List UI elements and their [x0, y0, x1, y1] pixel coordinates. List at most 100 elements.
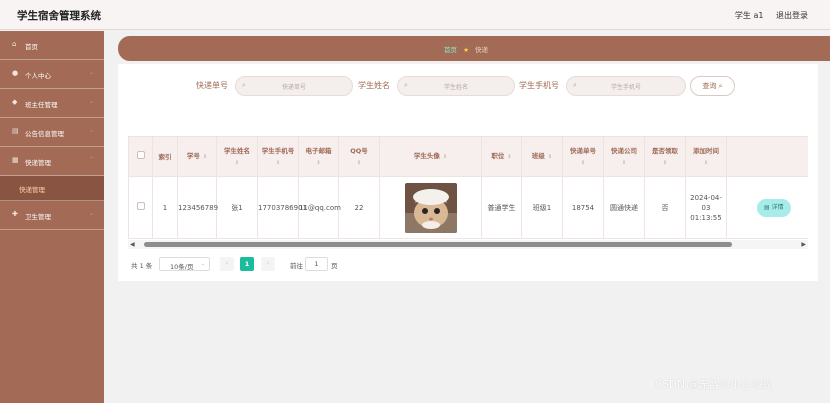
cell-qq: 22: [338, 176, 380, 239]
chevron-down-icon: ⌄: [200, 261, 205, 267]
col-header[interactable]: 电子邮箱 ⇕: [298, 136, 339, 177]
select-all-cell: [128, 136, 153, 177]
scroll-right-icon[interactable]: ▶: [801, 241, 806, 248]
cell-actions: ▤ 详情: [726, 176, 808, 239]
sidebar-item-hygiene[interactable]: ✚ 卫生管理 ⌄: [0, 201, 104, 230]
cell-company: 圆通快递: [603, 176, 645, 239]
breadcrumb-home[interactable]: 首页: [444, 46, 457, 54]
sort-icon[interactable]: ⇕: [258, 158, 298, 168]
query-button[interactable]: 查询 ⌕: [690, 76, 735, 96]
chevron-down-icon: ⌄: [88, 69, 94, 76]
sidebar-subitem-express[interactable]: 快递管理: [0, 176, 104, 201]
search-icon: ⌕: [718, 82, 723, 90]
sort-icon[interactable]: ⇕: [548, 154, 552, 160]
top-header: 学生宿舍管理系统 学生 a1 退出登录: [0, 0, 830, 30]
detail-button-label: 详情: [771, 203, 784, 211]
chevron-down-icon: ⌄: [88, 98, 94, 105]
col-header[interactable]: 学生手机号 ⇕: [257, 136, 299, 177]
sidebar-item-label: 卫生管理: [25, 213, 51, 221]
input-placeholder: 学生姓名: [443, 84, 468, 91]
col-header-label: 快递公司: [611, 146, 637, 155]
query-button-label: 查询: [702, 82, 717, 90]
prev-page-button[interactable]: ‹: [220, 257, 234, 271]
col-header: 索引: [152, 136, 178, 177]
col-header-label: 添加时间: [693, 146, 719, 155]
sidebar-item-express[interactable]: ▦ 快递管理 ⌃: [0, 147, 104, 176]
logout-link[interactable]: 退出登录: [776, 11, 808, 20]
sort-icon[interactable]: ⇕: [563, 158, 603, 168]
table-header-row: 索引 学号 ⇕ 学生姓名 ⇕ 学生手机号 ⇕ 电子邮箱 ⇕ QQ号 ⇕ 学生头像 ⇕ 职位 ⇕…: [128, 136, 808, 177]
col-header[interactable]: 快递单号 ⇕: [562, 136, 604, 177]
shield-icon: ◆: [12, 98, 18, 106]
sort-icon[interactable]: ⇕: [217, 158, 257, 168]
goto-page-input[interactable]: 1: [305, 257, 328, 271]
cell-avatar: [379, 176, 482, 239]
col-header-label: 班级: [531, 152, 545, 160]
sort-icon[interactable]: ⇕: [203, 154, 207, 160]
col-header[interactable]: 添加时间 ⇕: [685, 136, 727, 177]
sort-icon[interactable]: ⇕: [645, 158, 685, 168]
chevron-up-icon: ⌃: [88, 156, 94, 163]
col-header[interactable]: 职位 ⇕: [481, 136, 522, 177]
scroll-left-icon[interactable]: ◀: [130, 241, 135, 248]
col-header[interactable]: 学生头像 ⇕: [379, 136, 482, 177]
document-icon: ▤: [764, 203, 770, 211]
sidebar-subitem-label: 快递管理: [19, 186, 45, 194]
sort-icon[interactable]: ⇕: [686, 158, 726, 168]
col-header[interactable]: 快递公司 ⇕: [603, 136, 645, 177]
sort-icon[interactable]: ⇕: [443, 154, 447, 160]
student-phone-label: 学生手机号: [519, 81, 559, 90]
col-header[interactable]: 班级 ⇕: [521, 136, 563, 177]
sidebar-item-label: 班主任管理: [25, 101, 58, 109]
sort-icon[interactable]: ⇕: [604, 158, 644, 168]
data-table: 索引 学号 ⇕ 学生姓名 ⇕ 学生手机号 ⇕ 电子邮箱 ⇕ QQ号 ⇕ 学生头像 ⇕ 职位 ⇕…: [128, 136, 808, 240]
cell-name: 张1: [216, 176, 258, 239]
col-header-label: 索引: [158, 152, 172, 161]
sort-icon[interactable]: ⇕: [339, 158, 379, 168]
col-header[interactable]: 学号 ⇕: [177, 136, 217, 177]
horizontal-scrollbar[interactable]: ◀ ▶: [128, 240, 808, 249]
page-size-value: 10条/页: [170, 263, 194, 271]
page-number-current[interactable]: 1: [240, 257, 254, 271]
sort-icon[interactable]: ⇕: [507, 154, 511, 160]
scrollbar-thumb[interactable]: [144, 242, 732, 247]
home-icon: ⌂: [12, 40, 17, 48]
select-all-checkbox[interactable]: [136, 151, 145, 159]
breadcrumb: 首页 ★ 快递: [118, 36, 830, 61]
header-user-area: 学生 a1 退出登录: [725, 10, 808, 21]
row-checkbox[interactable]: [136, 202, 145, 210]
cell-index: 1: [152, 176, 178, 239]
package-icon: ▦: [12, 156, 19, 164]
col-header: 操作: [726, 136, 808, 177]
student-phone-search-input[interactable]: ⌕ 学生手机号: [566, 76, 686, 96]
col-header-label: 职位: [491, 152, 505, 160]
col-header[interactable]: 是否领取 ⇕: [644, 136, 686, 177]
page-size-select[interactable]: 10条/页 ⌄: [159, 257, 210, 271]
col-header-label: 快递单号: [570, 146, 596, 155]
pagination: 共 1 条 10条/页 ⌄ ‹ 1 › 前往 1 页: [0, 257, 830, 271]
col-header[interactable]: QQ号 ⇕: [338, 136, 380, 177]
sidebar-item-label: 首页: [25, 43, 38, 51]
detail-button[interactable]: ▤ 详情: [757, 198, 791, 217]
cell-phone: 17703786901: [257, 176, 307, 239]
student-name-search-input[interactable]: ⌕ 学生姓名: [397, 76, 515, 96]
cell-added-time: 2024-04-03 01:13:55: [685, 176, 727, 239]
sidebar-item-home[interactable]: ⌂ 首页: [0, 31, 104, 60]
watermark: CSDN @无敌の小さな蚊: [655, 379, 773, 391]
sidebar-item-notices[interactable]: ▤ 公告信息管理 ⌄: [0, 118, 104, 147]
cell-class: 班级1: [521, 176, 563, 239]
cell-tracking: 18754: [562, 176, 604, 239]
cell-student-id: 123456789: [177, 176, 218, 239]
star-icon: ★: [463, 46, 469, 54]
sidebar-item-label: 公告信息管理: [25, 130, 64, 138]
table-row: 1 123456789 张1 17703786901 11@qq.com 22: [128, 176, 808, 239]
student-name-label: 学生姓名: [358, 81, 390, 90]
next-page-button[interactable]: ›: [261, 257, 275, 271]
breadcrumb-current: 快递: [474, 46, 488, 54]
col-header[interactable]: 学生姓名 ⇕: [216, 136, 258, 177]
cell-received: 否: [644, 176, 686, 239]
sort-icon[interactable]: ⇕: [299, 158, 338, 168]
tracking-search-input[interactable]: ⌕ 快递单号: [235, 76, 353, 96]
col-header-label: 学生姓名: [224, 146, 250, 155]
col-header-label: 是否领取: [652, 146, 678, 155]
